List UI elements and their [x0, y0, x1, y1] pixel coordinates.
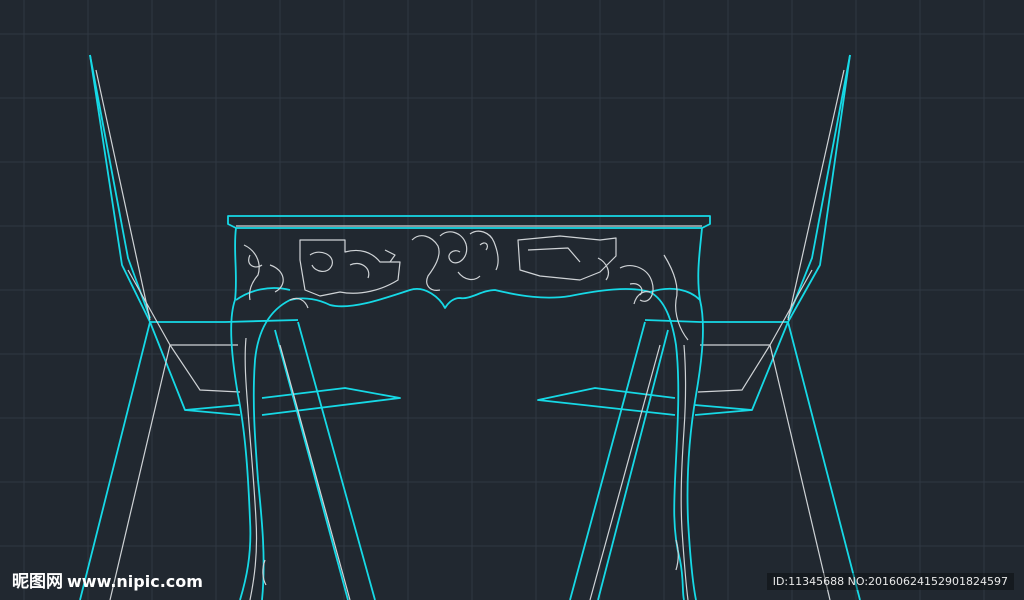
watermark-site: www.nipic.com: [67, 572, 203, 591]
right-chair-white-lines: [589, 69, 845, 600]
left-chair-white-lines: [95, 69, 351, 600]
right-chair-cyan-outline: [537, 54, 861, 600]
nipic-watermark: 昵图网 www.nipic.com: [12, 567, 203, 592]
left-chair-cyan-outline: [79, 54, 401, 600]
cad-drawing-canvas: [0, 0, 1024, 600]
watermark-brand: 昵图网: [12, 572, 63, 592]
grid-lines: [0, 0, 1024, 600]
table-carving-lines: [243, 230, 689, 600]
watermark-id: ID:11345688 NO:20160624152901824597: [766, 573, 1014, 590]
console-table: [227, 215, 711, 600]
right-chair: [537, 54, 861, 600]
left-chair: [79, 54, 401, 600]
